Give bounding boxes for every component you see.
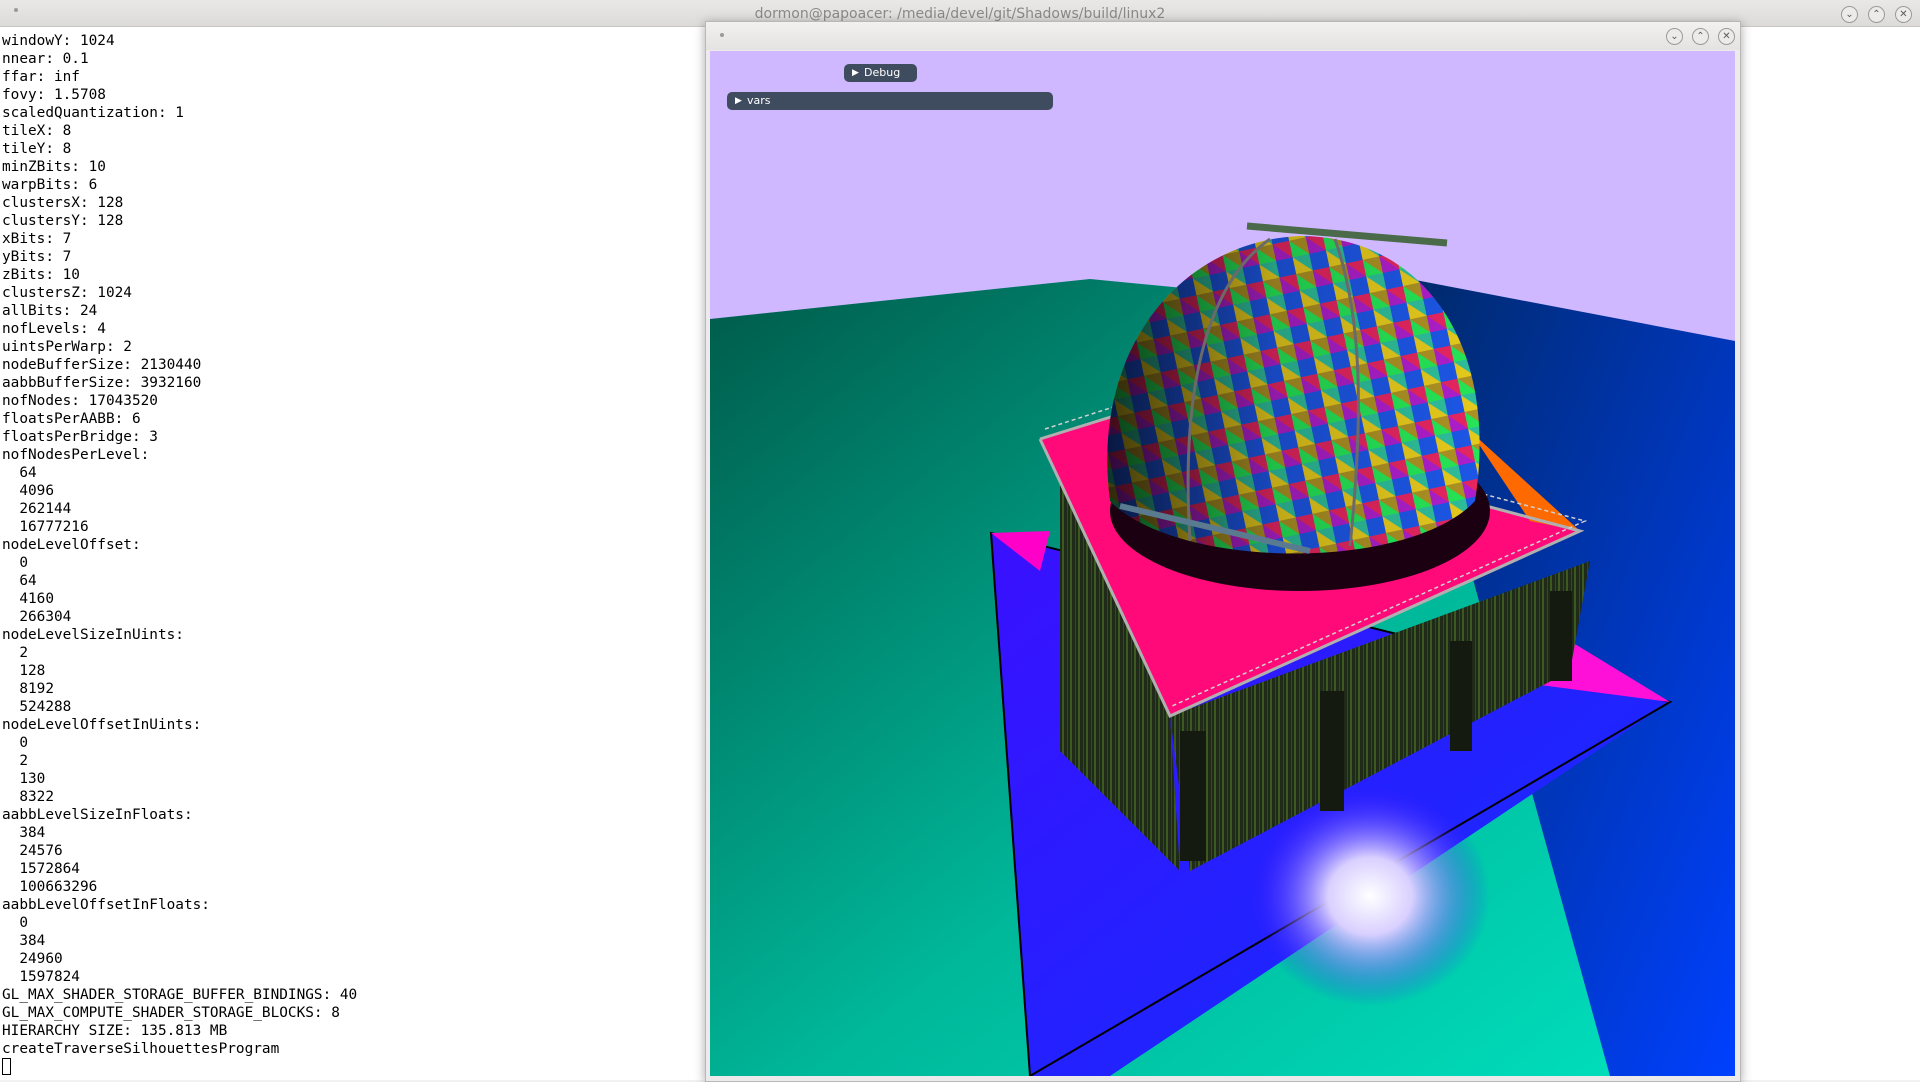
terminal-line: windowY: 1024 [2, 33, 115, 49]
terminal-cursor [2, 1058, 11, 1075]
terminal-line: HIERARCHY SIZE: 135.813 MB [2, 1023, 228, 1039]
debug-window-title: Debug [864, 66, 901, 79]
terminal-line: 384 [2, 825, 46, 841]
terminal-line: GL_MAX_COMPUTE_SHADER_STORAGE_BLOCKS: 8 [2, 1005, 340, 1021]
vars-tree-header[interactable]: ▶ vars [727, 92, 1053, 110]
terminal-line: nofNodesPerLevel: [2, 447, 150, 463]
terminal-line: clustersY: 128 [2, 213, 124, 229]
terminal-line: 384 [2, 933, 46, 949]
terminal-line: 64 [2, 465, 37, 481]
debug-window-header[interactable]: ▶ Debug [844, 64, 917, 82]
terminal-line: nodeBufferSize: 2130440 [2, 357, 202, 373]
debug-collapse-arrow-icon[interactable]: ▶ [852, 64, 859, 82]
terminal-close-button[interactable]: ✕ [1895, 6, 1912, 23]
terminal-line: 1597824 [2, 969, 80, 985]
terminal-line: minZBits: 10 [2, 159, 106, 175]
terminal-line: 262144 [2, 501, 72, 517]
terminal-line: 8192 [2, 681, 54, 697]
terminal-line: clustersX: 128 [2, 195, 124, 211]
terminal-line: floatsPerAABB: 6 [2, 411, 141, 427]
terminal-line: 4160 [2, 591, 54, 607]
terminal-line: xBits: 7 [2, 231, 72, 247]
terminal-line: nnear: 0.1 [2, 51, 89, 67]
terminal-line: nofLevels: 4 [2, 321, 106, 337]
vars-header-label: vars [747, 94, 771, 107]
vars-collapse-arrow-icon[interactable]: ▶ [735, 92, 742, 110]
terminal-line: nodeLevelSizeInUints: [2, 627, 184, 643]
app-close-button[interactable]: ✕ [1718, 28, 1735, 45]
terminal-line: ffar: inf [2, 69, 80, 85]
terminal-line: aabbBufferSize: 3932160 [2, 375, 202, 391]
terminal-line: 2 [2, 753, 28, 769]
terminal-line: 128 [2, 663, 46, 679]
terminal-output: windowY: 1024 nnear: 0.1 ffar: inf fovy: 1.… [2, 32, 357, 1076]
terminal-line: tileX: 8 [2, 123, 72, 139]
pillar [1550, 591, 1572, 681]
terminal-line: 266304 [2, 609, 72, 625]
terminal-line: clustersZ: 1024 [2, 285, 132, 301]
rendered-scene [710, 51, 1735, 1076]
terminal-minimize-button[interactable]: ⌄ [1841, 6, 1858, 23]
terminal-line: 0 [2, 915, 28, 931]
terminal-line: GL_MAX_SHADER_STORAGE_BUFFER_BINDINGS: 4… [2, 987, 358, 1003]
pillar [1320, 691, 1344, 811]
app-menu-icon[interactable] [720, 33, 724, 37]
terminal-line: nodeLevelOffset: [2, 537, 141, 553]
app-minimize-button[interactable]: ⌄ [1666, 28, 1683, 45]
terminal-line: 1572864 [2, 861, 80, 877]
app-maximize-button[interactable]: ⌃ [1692, 28, 1709, 45]
terminal-maximize-button[interactable]: ⌃ [1868, 6, 1885, 23]
terminal-prompt-line [2, 1058, 357, 1076]
app-titlebar[interactable]: ⌄ ⌃ ✕ [706, 22, 1740, 50]
terminal-line: aabbLevelOffsetInFloats: [2, 897, 210, 913]
terminal-line: 8322 [2, 789, 54, 805]
terminal-line: createTraverseSilhouettesProgram [2, 1041, 280, 1057]
terminal-line: nodeLevelOffsetInUints: [2, 717, 202, 733]
terminal-line: fovy: 1.5708 [2, 87, 106, 103]
terminal-line: scaledQuantization: 1 [2, 105, 184, 121]
terminal-line: 4096 [2, 483, 54, 499]
terminal-line: 24576 [2, 843, 63, 859]
terminal-line: uintsPerWarp: 2 [2, 339, 132, 355]
terminal-line: warpBits: 6 [2, 177, 98, 193]
render-viewport[interactable]: ▶ Debug ▶ vars [710, 51, 1735, 1076]
terminal-line: 0 [2, 735, 28, 751]
pillar [1450, 641, 1472, 751]
pillar [1180, 731, 1206, 861]
terminal-line: yBits: 7 [2, 249, 72, 265]
terminal-line: 24960 [2, 951, 63, 967]
terminal-line: 524288 [2, 699, 72, 715]
app-window[interactable]: ⌄ ⌃ ✕ ▶ Debug ▶ vars [705, 21, 1741, 1082]
terminal-line: 0 [2, 555, 28, 571]
terminal-line: 100663296 [2, 879, 98, 895]
terminal-line: 2 [2, 645, 28, 661]
terminal-line: floatsPerBridge: 3 [2, 429, 158, 445]
terminal-line: zBits: 10 [2, 267, 80, 283]
terminal-line: allBits: 24 [2, 303, 98, 319]
terminal-line: 64 [2, 573, 37, 589]
terminal-line: aabbLevelSizeInFloats: [2, 807, 193, 823]
terminal-line: 16777216 [2, 519, 89, 535]
terminal-line: nofNodes: 17043520 [2, 393, 158, 409]
terminal-line: tileY: 8 [2, 141, 72, 157]
terminal-title: dormon@papoacer: /media/devel/git/Shadow… [754, 6, 1166, 22]
terminal-line: 130 [2, 771, 46, 787]
